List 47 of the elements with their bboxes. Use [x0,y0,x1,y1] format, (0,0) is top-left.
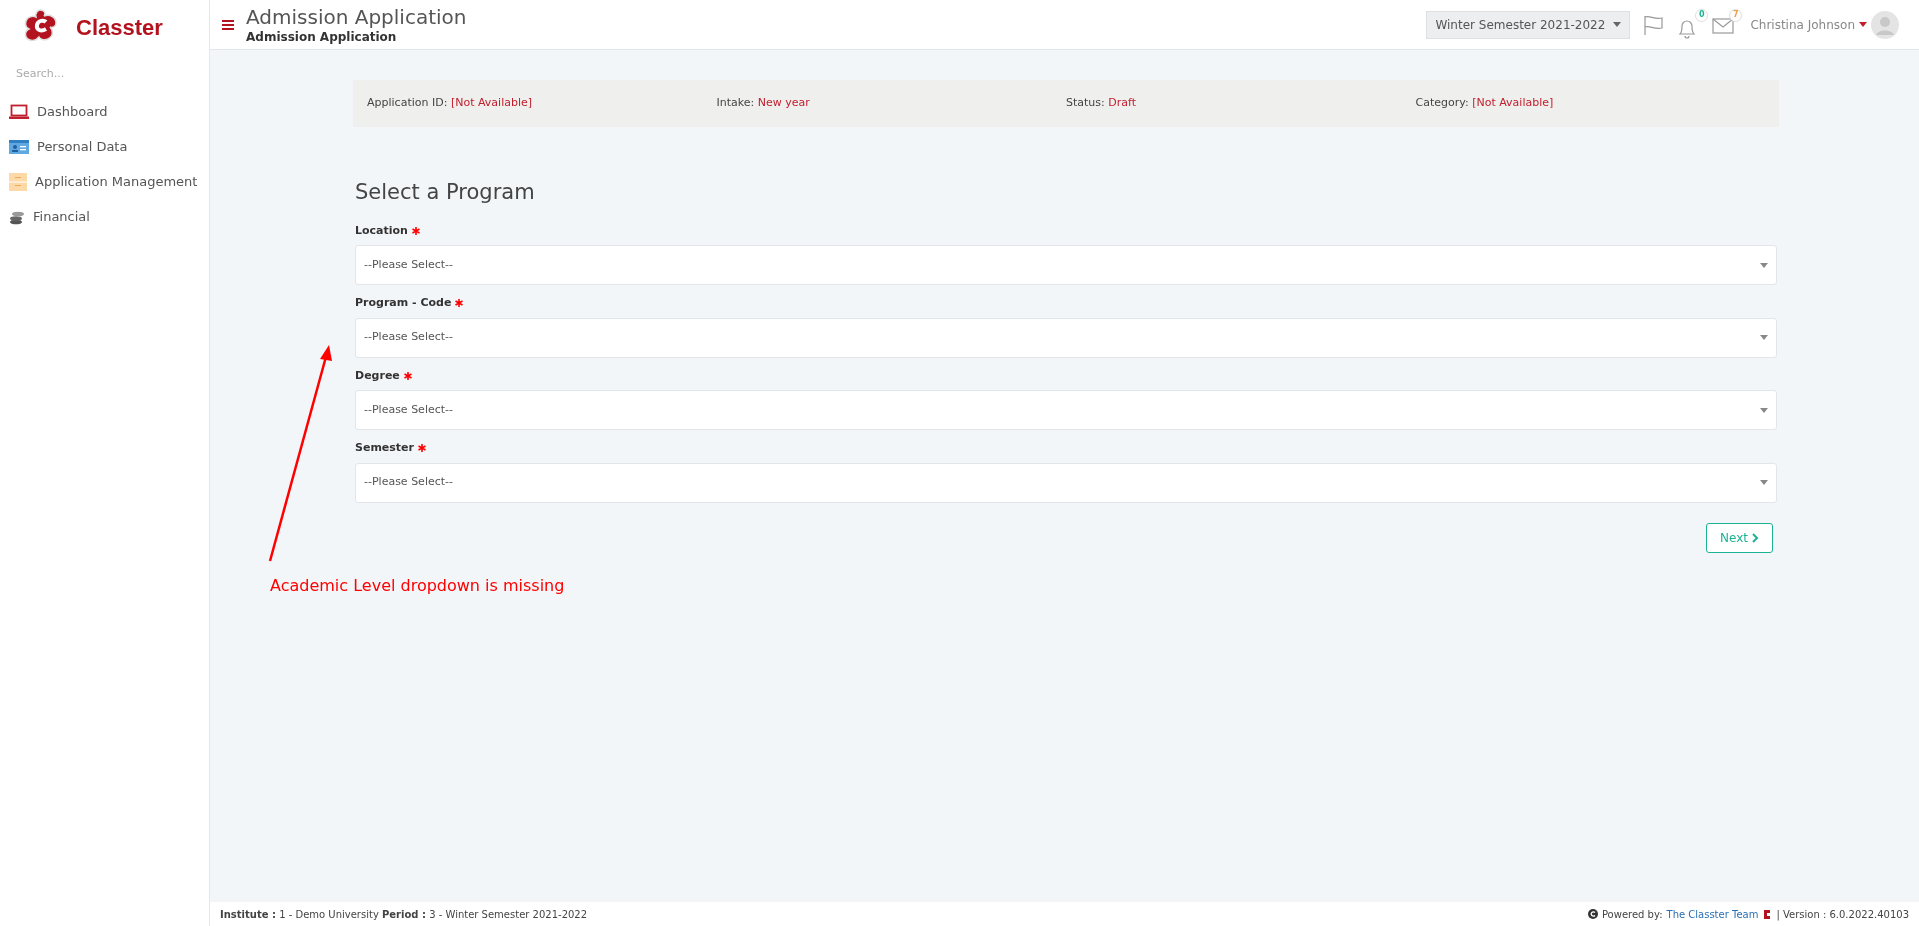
caret-icon [1859,22,1867,27]
envelope-icon[interactable] [1712,16,1735,35]
period-dropdown[interactable]: Winter Semester 2021-2022 [1426,10,1631,39]
user-menu[interactable]: Christina Johnson [1750,15,1867,34]
sidebar-item[interactable]: Personal Data [0,129,209,165]
chevron-right-icon [1752,532,1759,543]
info-item: Application ID: [Not Available] [367,95,534,112]
field-label: Semester [355,440,414,456]
sidebar-item[interactable]: Application Management [0,164,209,200]
info-item: Category: [Not Available] [1415,95,1555,112]
page-title: Admission Application [246,6,467,27]
team-link[interactable]: The Classter Team [1666,906,1759,922]
caret-icon [1760,407,1768,413]
laptop-icon [9,104,29,120]
info-item: Intake: New year [716,95,811,112]
field-label: Program - Code [355,295,452,311]
id-card-icon [9,139,29,155]
annotation-text: Academic Level dropdown is missing [270,575,565,597]
powered-by-label: Powered by: [1601,907,1663,922]
logo-icon [1762,908,1773,920]
field-label: Degree [355,367,400,384]
flag-icon[interactable] [1642,13,1665,36]
message-count: 7 [1729,8,1743,22]
sidebar-item[interactable]: Dashboard [0,94,209,130]
caret-icon [1760,335,1768,340]
form-title: Select a Program [355,179,536,206]
brand-name: Classter [76,13,163,42]
caret-icon [1613,22,1622,27]
avatar-icon[interactable] [1871,10,1899,39]
coins-icon [9,209,25,225]
drawer-icon [9,173,27,191]
page-subtitle: Admission Application [246,30,398,43]
caret-icon [1760,262,1768,268]
select-field[interactable]: --Please Select-- [355,317,1777,358]
caret-icon [1760,480,1768,485]
select-field[interactable]: --Please Select-- [355,462,1777,503]
select-field[interactable]: --Please Select-- [355,245,1777,285]
field-label: Location [355,222,408,239]
search-field[interactable]: Search... [16,66,186,83]
footer-context: Institute : 1 - Demo University Period : 3 - Winter Semester 2021-2022 [220,907,588,922]
copyright-icon [1587,909,1598,919]
select-field[interactable]: --Please Select-- [355,390,1777,430]
info-item: Status: Draft [1066,95,1137,112]
notification-count: 0 [1695,8,1709,22]
menu-icon[interactable] [222,19,234,30]
sidebar-item[interactable]: Financial [0,199,209,235]
version-text: | Version : 6.0.2022.40103 [1776,907,1909,922]
